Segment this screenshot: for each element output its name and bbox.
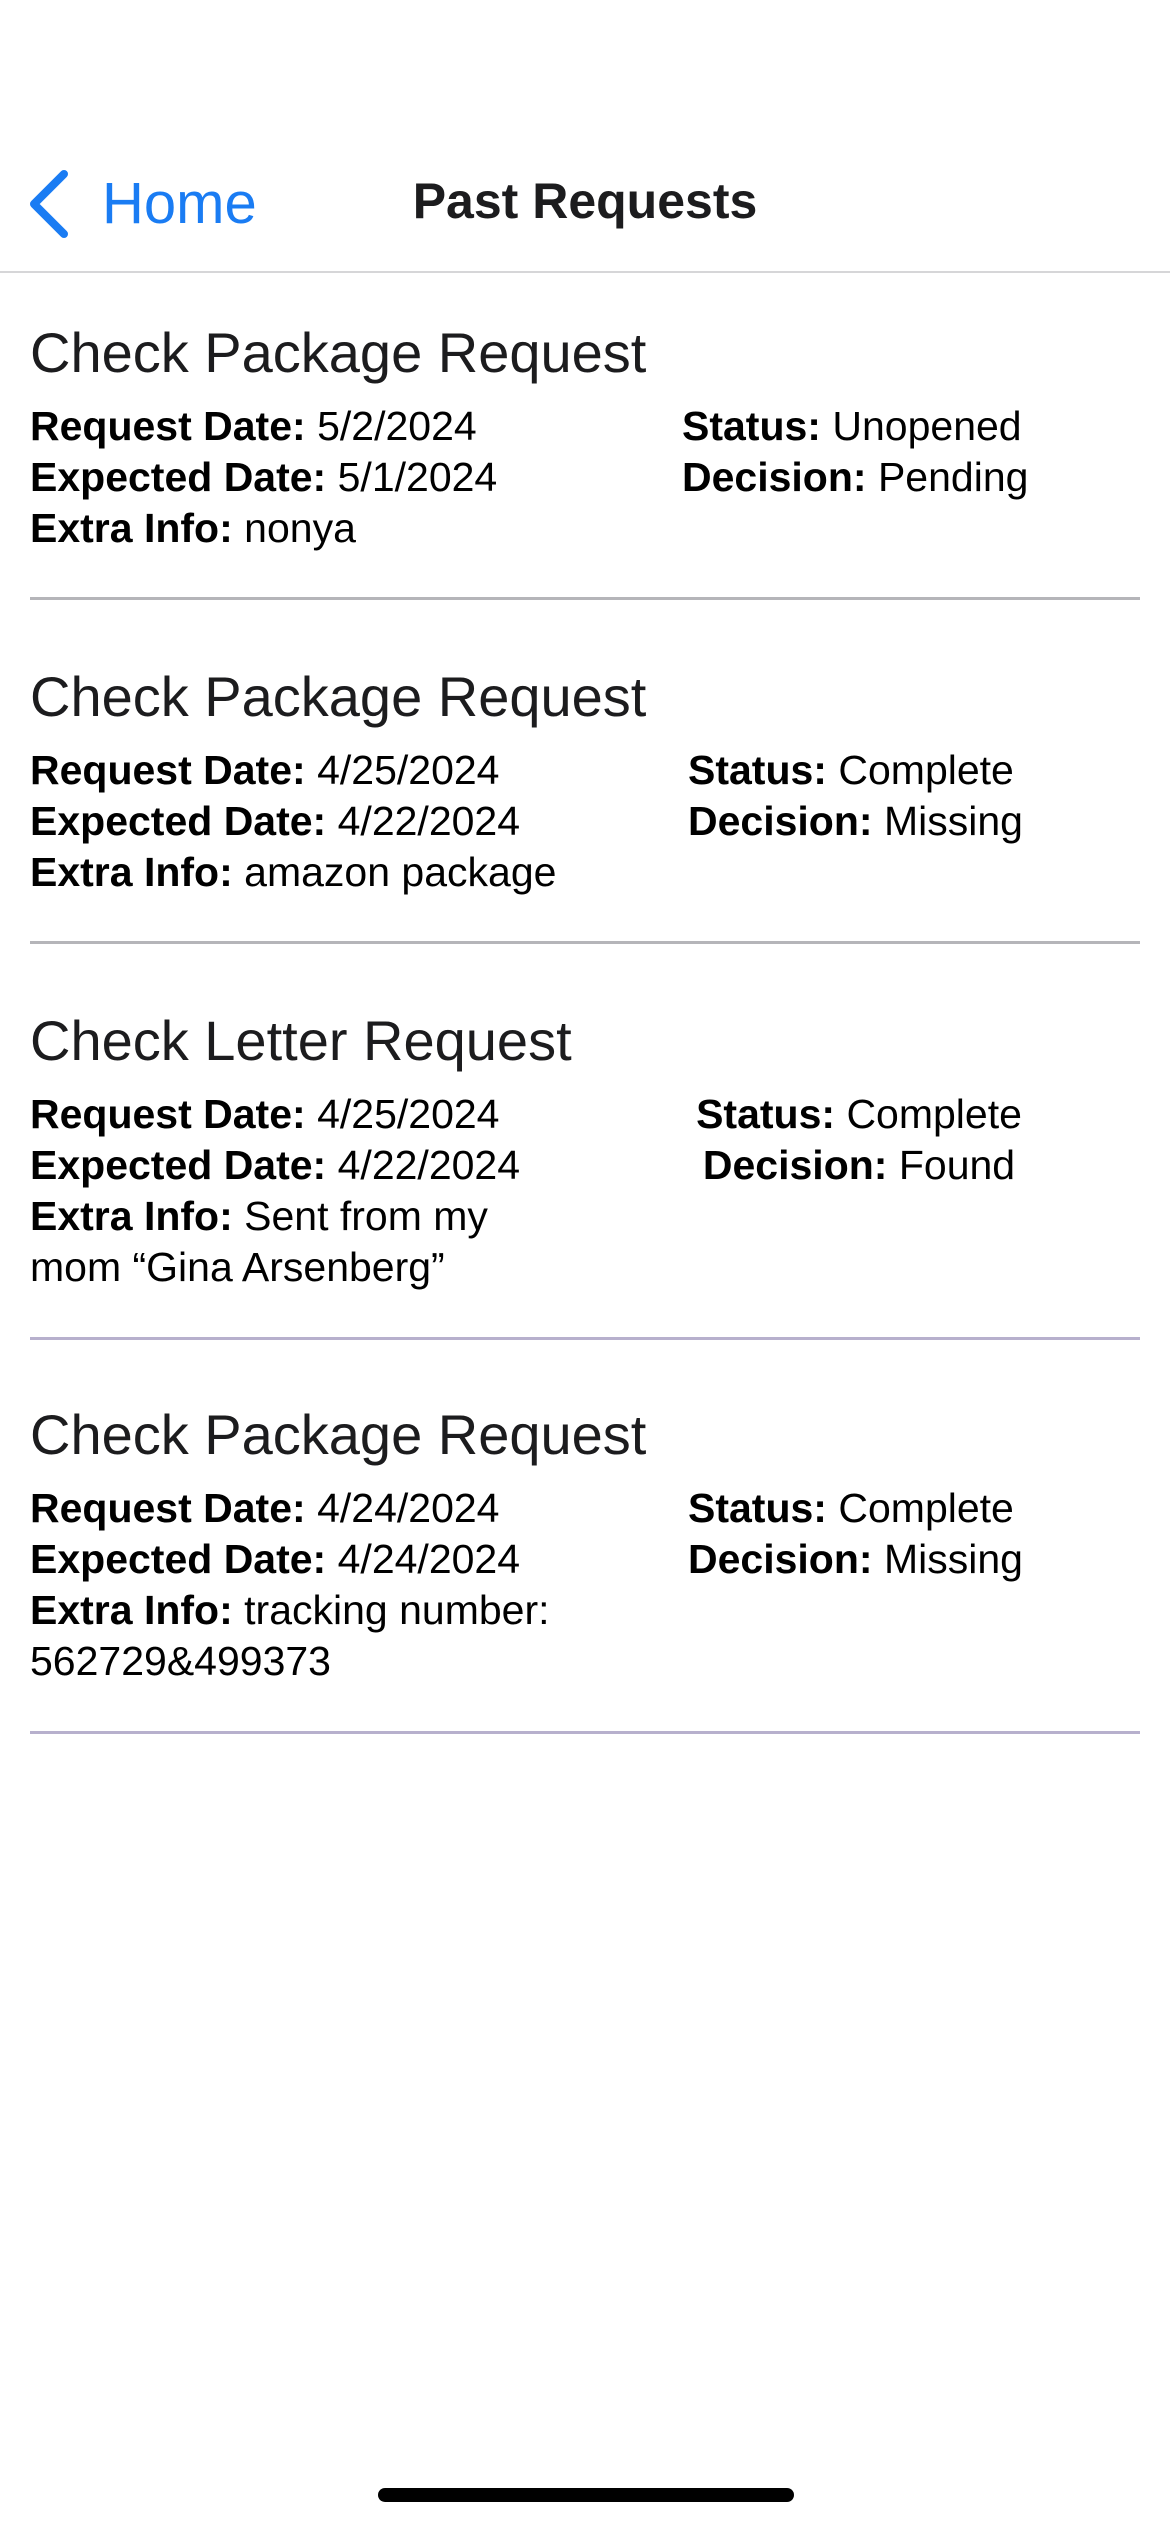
decision-value: Found	[898, 1142, 1016, 1188]
row-divider	[30, 941, 1140, 944]
decision-row: Decision: Missing	[688, 1534, 1023, 1585]
status-value: Unopened	[832, 403, 1022, 449]
status-row: Status: Complete	[688, 745, 1023, 796]
expected-date-label: Expected Date:	[30, 454, 327, 500]
expected-date-value: 4/22/2024	[337, 1142, 521, 1188]
request-status: Status: Complete Decision: Found	[688, 1089, 1030, 1191]
expected-date-value: 4/24/2024	[337, 1536, 521, 1582]
request-card[interactable]: Check Package Request Request Date: 4/25…	[30, 617, 1140, 947]
request-date-label: Request Date:	[30, 747, 306, 793]
decision-label: Decision:	[682, 454, 867, 500]
request-details: Request Date: 4/24/2024 Expected Date: 4…	[30, 1483, 590, 1687]
extra-info-row: Extra Info: nonya	[30, 503, 497, 554]
request-date-row: Request Date: 4/24/2024	[30, 1483, 590, 1534]
decision-label: Decision:	[702, 1142, 888, 1188]
expected-date-value: 4/22/2024	[337, 798, 521, 844]
status-label: Status:	[688, 1485, 827, 1531]
request-date-value: 4/25/2024	[317, 1091, 500, 1137]
decision-row: Decision: Found	[688, 1140, 1030, 1191]
status-value: Complete	[838, 1485, 1014, 1531]
extra-info-row: Extra Info: tracking number: 562729&4993…	[30, 1585, 590, 1687]
request-date-value: 4/24/2024	[317, 1485, 500, 1531]
request-date-row: Request Date: 5/2/2024	[30, 401, 497, 452]
status-value: Complete	[846, 1091, 1022, 1137]
extra-info-label: Extra Info:	[30, 1587, 233, 1633]
request-details: Request Date: 5/2/2024 Expected Date: 5/…	[30, 401, 497, 554]
expected-date-row: Expected Date: 4/22/2024	[30, 796, 556, 847]
extra-info-row: Extra Info: Sent from my mom “Gina Arsen…	[30, 1191, 590, 1293]
request-card[interactable]: Check Letter Request Request Date: 4/25/…	[30, 961, 1140, 1343]
request-date-label: Request Date:	[30, 1091, 306, 1137]
status-row: Status: Complete	[688, 1089, 1030, 1140]
page-title: Past Requests	[412, 173, 758, 229]
decision-row: Decision: Pending	[682, 452, 1028, 503]
request-date-row: Request Date: 4/25/2024	[30, 1089, 590, 1140]
row-divider	[30, 1337, 1140, 1340]
request-details: Request Date: 4/25/2024 Expected Date: 4…	[30, 745, 556, 898]
status-row: Status: Unopened	[682, 401, 1028, 452]
request-details: Request Date: 4/25/2024 Expected Date: 4…	[30, 1089, 590, 1293]
request-date-value: 4/25/2024	[317, 747, 500, 793]
decision-value: Missing	[883, 1536, 1023, 1582]
request-card[interactable]: Check Package Request Request Date: 4/24…	[30, 1355, 1140, 1737]
request-title: Check Package Request	[30, 1403, 647, 1466]
row-divider	[30, 597, 1140, 600]
extra-info-label: Extra Info:	[30, 849, 233, 895]
request-status: Status: Unopened Decision: Pending	[682, 401, 1028, 503]
status-label: Status:	[682, 403, 821, 449]
decision-label: Decision:	[688, 1536, 873, 1582]
request-date-label: Request Date:	[30, 1485, 306, 1531]
status-value: Complete	[838, 747, 1014, 793]
expected-date-label: Expected Date:	[30, 798, 327, 844]
expected-date-value: 5/1/2024	[337, 454, 498, 500]
extra-info-value: amazon package	[244, 849, 557, 895]
request-title: Check Package Request	[30, 321, 647, 384]
request-date-label: Request Date:	[30, 403, 306, 449]
request-title: Check Package Request	[30, 665, 647, 728]
expected-date-label: Expected Date:	[30, 1536, 327, 1582]
status-row: Status: Complete	[688, 1483, 1023, 1534]
decision-value: Pending	[877, 454, 1029, 500]
request-date-row: Request Date: 4/25/2024	[30, 745, 556, 796]
row-divider	[30, 1731, 1140, 1734]
request-title: Check Letter Request	[30, 1009, 572, 1072]
decision-row: Decision: Missing	[688, 796, 1023, 847]
extra-info-value: nonya	[244, 505, 356, 551]
extra-info-row: Extra Info: amazon package	[30, 847, 556, 898]
request-date-value: 5/2/2024	[317, 403, 477, 449]
expected-date-row: Expected Date: 5/1/2024	[30, 452, 497, 503]
expected-date-row: Expected Date: 4/22/2024	[30, 1140, 590, 1191]
request-status: Status: Complete Decision: Missing	[688, 745, 1023, 847]
decision-value: Missing	[883, 798, 1023, 844]
home-indicator[interactable]	[378, 2488, 794, 2502]
extra-info-label: Extra Info:	[30, 505, 233, 551]
status-label: Status:	[688, 747, 827, 793]
navigation-bar: Home Past Requests	[0, 0, 1170, 273]
expected-date-row: Expected Date: 4/24/2024	[30, 1534, 590, 1585]
expected-date-label: Expected Date:	[30, 1142, 327, 1188]
request-card[interactable]: Check Package Request Request Date: 5/2/…	[30, 273, 1140, 603]
decision-label: Decision:	[688, 798, 873, 844]
request-status: Status: Complete Decision: Missing	[688, 1483, 1023, 1585]
status-label: Status:	[696, 1091, 836, 1137]
extra-info-label: Extra Info:	[30, 1193, 233, 1239]
